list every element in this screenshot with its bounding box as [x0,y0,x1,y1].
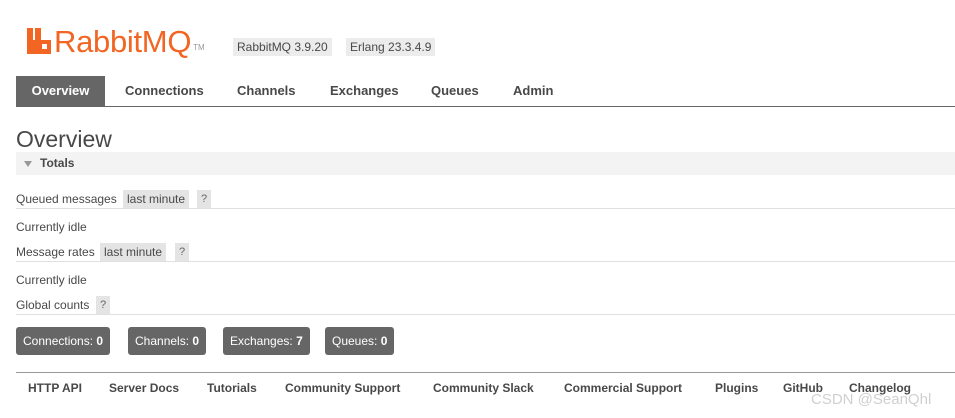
message-rates-status: Currently idle [16,273,87,287]
app-header: RabbitMQ TM [27,22,205,58]
footer-link-community-slack[interactable]: Community Slack [433,380,534,396]
totals-section-label: Totals [40,156,75,170]
main-tabs: Overview Connections Channels Exchanges … [16,76,955,107]
logo-text: RabbitMQ [54,24,192,59]
footer-link-community-support[interactable]: Community Support [285,380,400,396]
queues-count-value: 0 [380,334,388,348]
erlang-version-badge: Erlang 23.3.4.9 [346,38,436,56]
message-rates-help-icon[interactable]: ? [175,243,189,261]
tab-overview[interactable]: Overview [16,76,105,106]
tab-queues[interactable]: Queues [431,76,479,106]
footer-link-server-docs[interactable]: Server Docs [109,380,179,396]
logo-trademark: TM [193,43,205,52]
footer-link-http-api[interactable]: HTTP API [28,380,82,396]
divider [16,314,955,315]
collapse-triangle-icon [24,161,32,167]
message-rates-range-select[interactable]: last minute [100,243,167,261]
message-rates-label: Message rates [16,245,95,259]
rabbitmq-logo[interactable]: RabbitMQ TM [27,26,205,58]
exchanges-count-button[interactable]: Exchanges: 7 [223,327,310,355]
queued-messages-range-select[interactable]: last minute [123,190,190,208]
connections-count-button[interactable]: Connections: 0 [16,327,111,355]
queued-messages-status: Currently idle [16,220,87,234]
totals-section-header[interactable]: Totals [16,152,955,175]
channels-count-value: 0 [192,334,200,348]
page-title: Overview [16,126,112,152]
footer-link-commercial-support[interactable]: Commercial Support [564,380,682,396]
rabbitmq-logo-icon [27,28,51,54]
tab-exchanges[interactable]: Exchanges [330,76,399,106]
connections-count-label: Connections: [23,334,94,348]
footer-link-tutorials[interactable]: Tutorials [207,380,257,396]
csdn-watermark: CSDN @SeanQhl [811,391,932,408]
rabbitmq-version-badge: RabbitMQ 3.9.20 [233,38,332,56]
global-counts-label: Global counts [16,298,90,312]
queues-count-button[interactable]: Queues: 0 [325,327,395,355]
channels-count-label: Channels: [135,334,190,348]
tab-admin[interactable]: Admin [513,76,553,106]
tab-connections[interactable]: Connections [125,76,204,106]
tab-channels[interactable]: Channels [237,76,296,106]
divider [16,261,955,262]
footer-divider [16,372,955,373]
exchanges-count-value: 7 [296,334,303,348]
queued-messages-help-icon[interactable]: ? [197,190,211,208]
divider [16,208,955,209]
queued-messages-label: Queued messages [16,192,117,206]
global-counts-help-icon[interactable]: ? [96,296,110,314]
exchanges-count-label: Exchanges: [230,334,293,348]
footer-link-plugins[interactable]: Plugins [715,380,758,396]
queues-count-label: Queues: [332,334,378,348]
channels-count-button[interactable]: Channels: 0 [128,327,207,355]
connections-count-value: 0 [96,334,104,348]
